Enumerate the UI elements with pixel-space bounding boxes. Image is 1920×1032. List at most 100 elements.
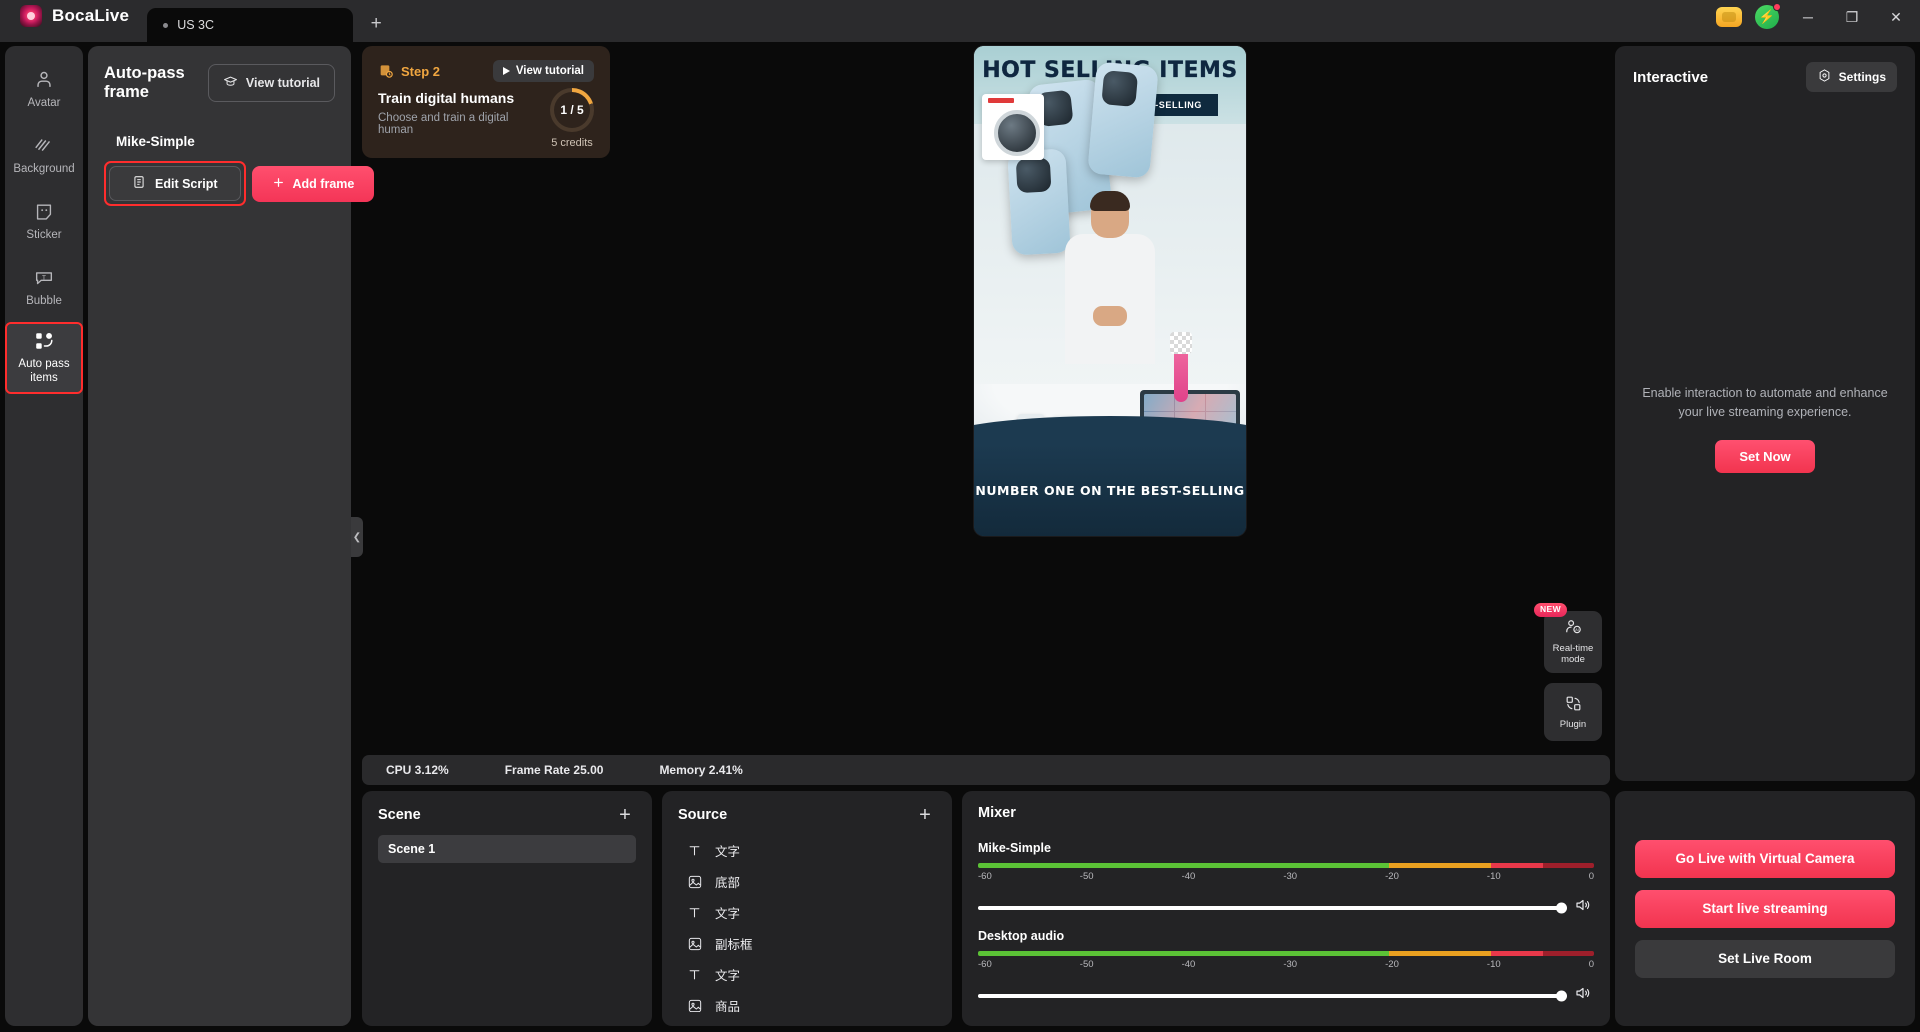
realtime-mode-button[interactable]: NEW AI Real-time mode: [1534, 603, 1602, 673]
play-icon: [502, 67, 510, 75]
volume-slider-row: [978, 984, 1594, 1007]
product-washer-image: [982, 94, 1044, 160]
list-item-label: 底部: [715, 876, 741, 890]
set-live-room-button[interactable]: Set Live Room: [1635, 939, 1895, 978]
meter-tick: -60: [978, 871, 992, 882]
speaker-icon[interactable]: [1574, 984, 1594, 1007]
scene-panel: Scene + Scene 1: [362, 791, 652, 1026]
sidebar-item-auto-pass-items[interactable]: Auto pass items: [5, 322, 83, 394]
auto-pass-frame-panel: Auto-pass frame View tutorial Mike-Simpl…: [88, 46, 375, 1026]
minimize-button[interactable]: ─: [1788, 2, 1828, 32]
interactive-title: Interactive: [1633, 68, 1709, 86]
audio-level-meter: [978, 951, 1594, 956]
background-icon: [33, 135, 55, 157]
step-view-tutorial-button[interactable]: View tutorial: [492, 60, 594, 82]
channel-name: Mike-Simple: [978, 841, 1051, 855]
volume-slider-knob[interactable]: [1556, 990, 1567, 1001]
list-item[interactable]: 商品: [678, 990, 936, 1012]
volume-slider-row: [978, 896, 1594, 919]
step-view-tutorial-label: View tutorial: [515, 65, 584, 77]
training-icon: [378, 63, 394, 79]
preview-area: HOT SELLING ITEMS NUMBER ONE ON THE BEST…: [610, 46, 1610, 749]
panel-collapse-handle[interactable]: ❮: [351, 517, 363, 557]
list-item[interactable]: Scene 1: [378, 835, 636, 863]
realtime-mode-icon: AI: [1564, 618, 1583, 641]
meter-tick: 0: [1588, 871, 1594, 882]
start-live-streaming-button[interactable]: Start live streaming: [1635, 889, 1895, 928]
interactive-settings-button[interactable]: Settings: [1805, 62, 1897, 92]
sidebar-item-avatar[interactable]: Avatar: [7, 60, 81, 120]
svg-text:AI: AI: [1575, 628, 1579, 632]
interactive-panel: Interactive Settings Enable interaction …: [1615, 46, 1915, 781]
list-item[interactable]: 文字: [678, 959, 936, 990]
meter-tick: -20: [1385, 871, 1399, 882]
memory-stat: Memory 2.41%: [659, 763, 743, 777]
plugin-button[interactable]: Plugin: [1544, 683, 1602, 741]
channel-name: Desktop audio: [978, 929, 1065, 943]
sidebar-item-background[interactable]: Background: [7, 126, 81, 186]
meter-tick: 0: [1588, 959, 1594, 970]
new-badge: NEW: [1534, 603, 1568, 617]
source-title: Source: [678, 807, 728, 823]
boost-icon[interactable]: [1750, 3, 1784, 31]
live-preview-canvas[interactable]: HOT SELLING ITEMS NUMBER ONE ON THE BEST…: [974, 46, 1246, 536]
text-icon: [686, 904, 703, 921]
list-item[interactable]: 文字: [678, 897, 936, 928]
sidebar-item-bubble[interactable]: T Bubble: [7, 258, 81, 318]
center-top-area: Step 2 View tutorial Train digital human…: [362, 46, 1610, 749]
close-button[interactable]: ✕: [1876, 2, 1916, 32]
list-item-label: 文字: [715, 845, 741, 859]
app-title: BocaLive: [52, 6, 130, 25]
add-source-button[interactable]: +: [914, 805, 936, 825]
edit-script-highlight: Edit Script: [104, 161, 246, 206]
list-item[interactable]: 文字: [678, 835, 936, 866]
live-actions-panel: Go Live with Virtual Camera Start live s…: [1615, 791, 1915, 1026]
sidebar-item-sticker[interactable]: Sticker: [7, 192, 81, 252]
progress-ring: 1 / 5: [550, 88, 594, 132]
go-live-virtual-camera-button[interactable]: Go Live with Virtual Camera: [1635, 839, 1895, 878]
image-icon: [686, 997, 703, 1012]
meter-tick: -60: [978, 959, 992, 970]
maximize-button[interactable]: ❐: [1832, 2, 1872, 32]
volume-slider[interactable]: [978, 990, 1567, 1001]
new-tab-button[interactable]: +: [361, 9, 391, 39]
credits-label: 5 credits: [551, 137, 593, 149]
add-frame-label: Add frame: [292, 176, 355, 191]
source-list[interactable]: 文字 底部 文字 副标框 文字 商品: [678, 835, 936, 1012]
preview-footer-text: NUMBER ONE ON THE BEST-SELLING: [975, 482, 1245, 498]
settings-label: Settings: [1838, 70, 1886, 84]
title-bar: BocaLive US 3C + ─ ❐ ✕: [0, 0, 1920, 42]
volume-slider[interactable]: [978, 902, 1567, 913]
edit-script-button[interactable]: Edit Script: [109, 166, 241, 201]
tab-label: US 3C: [177, 18, 215, 32]
meter-tick: -40: [1181, 871, 1196, 882]
credits-block: 1 / 5 5 credits: [550, 88, 594, 149]
sticker-icon: [33, 201, 55, 223]
list-item[interactable]: 底部: [678, 866, 936, 897]
bottom-panels: Scene + Scene 1 Source + 文字 底部 文字 副标框 文字…: [362, 791, 1610, 1026]
meter-tick: -30: [1283, 959, 1298, 970]
source-header: Source +: [678, 805, 936, 825]
add-scene-button[interactable]: +: [614, 805, 636, 825]
meter-tick: -50: [1079, 959, 1094, 970]
step-card: Step 2 View tutorial Train digital human…: [362, 46, 610, 158]
list-item-label: 文字: [715, 969, 741, 983]
mixer-channel-mike: Mike-Simple -60 -50 -40 -30 -20 -10 0: [978, 831, 1594, 919]
view-tutorial-button[interactable]: View tutorial: [207, 64, 335, 102]
auto-pass-header: Auto-pass frame View tutorial: [104, 64, 335, 102]
set-now-button[interactable]: Set Now: [1715, 439, 1815, 473]
list-item[interactable]: 副标框: [678, 928, 936, 959]
plugin-icon: [1564, 694, 1583, 717]
tab-us-3c[interactable]: US 3C: [147, 8, 354, 42]
step-label-group: Step 2: [378, 63, 440, 79]
meter-ticks: -60 -50 -40 -30 -20 -10 0: [978, 959, 1594, 970]
tab-strip: US 3C +: [147, 0, 391, 42]
step-card-header: Step 2 View tutorial: [378, 60, 594, 82]
mixer-title: Mixer: [978, 805, 1016, 821]
speaker-icon[interactable]: [1574, 896, 1594, 919]
sidebar-item-label: Background: [13, 163, 75, 176]
sticker-wand-overlay[interactable]: [1170, 332, 1192, 402]
volume-slider-knob[interactable]: [1556, 902, 1567, 913]
product-phone-image: [1087, 61, 1159, 179]
wallet-icon[interactable]: [1712, 3, 1746, 31]
